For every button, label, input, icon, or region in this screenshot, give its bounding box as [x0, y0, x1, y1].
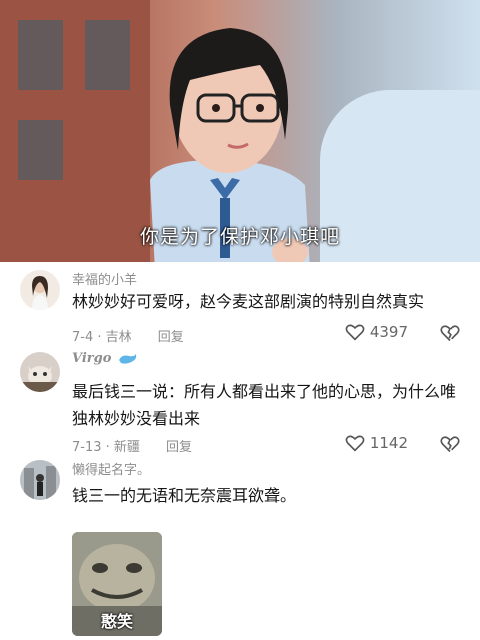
comment-text: 最后钱三一说：所有人都看出来了他的心思，为什么唯独林妙妙没看出来 [72, 382, 457, 428]
heart-icon [345, 435, 365, 452]
comment-username[interactable]: 幸福的小羊 [72, 269, 137, 288]
comment-date-location: 7-4 · 吉林 [72, 330, 132, 345]
heart-icon [345, 324, 365, 341]
comment-meta: 7-4 · 吉林 回复 [72, 326, 184, 345]
avatar[interactable] [20, 270, 60, 310]
building-window [18, 120, 63, 180]
reply-button[interactable]: 回复 [166, 440, 192, 455]
avatar[interactable] [20, 352, 60, 392]
avatar[interactable] [20, 460, 60, 500]
like-count: 4397 [369, 323, 408, 341]
like-count: 1142 [369, 434, 408, 452]
comment-item: 幸福的小羊 林妙妙好可爱呀，赵今麦这部剧演的特别自然真实 7-4 · 吉林 回复… [0, 262, 480, 354]
comment-username[interactable]: 懒得起名字。 [72, 459, 150, 478]
comment-date-location: 7-13 · 新疆 [72, 440, 140, 455]
like-button[interactable]: 4397 [345, 323, 408, 341]
reply-button[interactable]: 回复 [158, 330, 184, 345]
broken-heart-icon[interactable] [440, 323, 460, 343]
whale-icon [118, 353, 137, 364]
comment-text: 钱三一的无语和无奈震耳欲聋。 [72, 486, 297, 505]
building-window [18, 20, 63, 90]
video-subtitle: 你是为了保护邓小琪吧 [139, 226, 340, 248]
comment-text: 林妙妙好可爱呀，赵今麦这部剧演的特别自然真实 [72, 292, 425, 311]
comment-meta: 7-13 · 新疆 回复 [72, 436, 192, 455]
meme-sticker[interactable]: 憨笑 [72, 532, 162, 636]
sticker-caption: 憨笑 [100, 612, 133, 631]
video-frame[interactable]: 你是为了保护邓小琪吧 [0, 0, 480, 262]
comment-username[interactable]: Virgo [72, 351, 138, 366]
broken-heart-icon[interactable] [440, 434, 460, 454]
comment-item: Virgo 最后钱三一说：所有人都看出来了他的心思，为什么唯独林妙妙没看出来 7… [0, 348, 480, 458]
like-button[interactable]: 1142 [345, 434, 408, 452]
